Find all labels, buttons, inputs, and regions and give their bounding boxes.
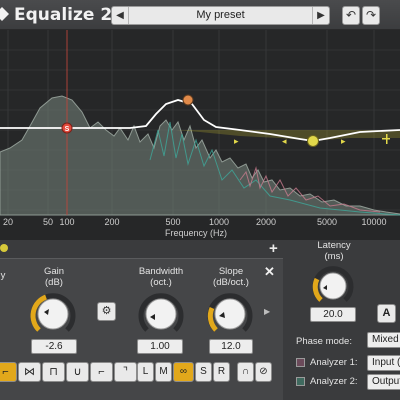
gain-value-field[interactable]: -2.6 — [31, 339, 77, 354]
bandwidth-knob[interactable] — [137, 290, 185, 338]
latency-knob[interactable] — [312, 265, 354, 307]
analyzer2-dropdown[interactable]: Output — [367, 374, 400, 390]
frequency-label-partial: y — [0, 270, 6, 281]
freq-tick: 200 — [104, 217, 120, 227]
undo-icon[interactable]: ↶ — [342, 6, 360, 25]
gain-label: Gain (dB) — [43, 266, 65, 288]
band-marker-label: S — [65, 126, 70, 133]
bypass-icon[interactable]: ⊘ — [255, 362, 272, 382]
slope-label: Slope (dB/oct.) — [213, 266, 249, 288]
svg-text:◂: ◂ — [282, 137, 287, 147]
band-handle-yellow[interactable] — [307, 135, 319, 147]
app-title: Equalize 2 — [14, 5, 113, 25]
stereo-mode-m[interactable]: M — [155, 362, 172, 382]
freq-tick: 100 — [59, 217, 75, 227]
phase-mode-dropdown[interactable]: Mixed — [367, 332, 400, 348]
slope-value-field[interactable]: 12.0 — [209, 339, 253, 354]
freq-tick: 50 — [42, 217, 54, 227]
low-shelf-shape-icon[interactable]: ⌐ — [0, 362, 17, 382]
freq-tick: 500 — [165, 217, 181, 227]
gear-icon[interactable]: ⚙ — [97, 302, 116, 321]
analyzer1-label: Analyzer 1: — [310, 357, 358, 368]
latency-label: Latency (ms) — [317, 240, 351, 262]
band-pass-shape-icon[interactable]: ⋈ — [18, 362, 41, 382]
stereo-mode-lr-icon[interactable]: ∞ — [173, 362, 194, 382]
svg-text:▸: ▸ — [234, 137, 239, 147]
analyzer1-dropdown[interactable]: Input ( — [367, 355, 400, 371]
bell-shape-icon[interactable]: ∪ — [66, 362, 89, 382]
freq-tick: 10000 — [361, 217, 387, 227]
stereo-mode-l[interactable]: L — [137, 362, 154, 382]
eq-graph-canvas[interactable]: S ▸ ◂ ▸ — [0, 30, 400, 240]
plus-icon[interactable]: + — [269, 240, 278, 257]
chevron-right-icon[interactable]: ▶ — [264, 307, 270, 316]
latency-value-field[interactable]: 20.0 — [310, 307, 356, 322]
eq-graph[interactable]: S ▸ ◂ ▸ 20 50 100 200 500 1000 2000 5000… — [0, 30, 400, 240]
ab-compare-button[interactable]: A — [377, 304, 396, 323]
frequency-axis-label: Frequency (Hz) — [164, 228, 228, 238]
redo-icon[interactable]: ↷ — [362, 6, 380, 25]
close-icon[interactable]: ✕ — [264, 264, 275, 280]
gain-knob[interactable] — [29, 290, 77, 338]
chevron-right-icon[interactable]: ▶ — [312, 7, 329, 24]
stereo-mode-r[interactable]: R — [213, 362, 230, 382]
analyzer2-color-swatch[interactable] — [296, 377, 305, 386]
freq-tick: 2000 — [255, 217, 277, 227]
analyzer2-label: Analyzer 2: — [310, 376, 358, 387]
chevron-left-icon[interactable]: ◀ — [112, 7, 129, 24]
freq-tick: 20 — [2, 217, 14, 227]
filter-shape-selector: ⌐ ⋈ ⊓ ∪ ⌐ ⌝ — [0, 362, 137, 382]
svg-text:▸: ▸ — [341, 137, 346, 147]
stereo-mode-s[interactable]: S — [195, 362, 212, 382]
freq-tick: 1000 — [208, 217, 230, 227]
header-bar: Equalize 2 ◀ My preset ▶ ↶ ↷ — [0, 0, 400, 30]
analyzer1-color-swatch[interactable] — [296, 358, 305, 367]
band-handle-orange[interactable] — [182, 94, 194, 106]
bandwidth-label: Bandwidth (oct.) — [138, 266, 184, 288]
band-extra-buttons: ∩ ⊘ — [237, 362, 272, 382]
freq-tick: 5000 — [316, 217, 338, 227]
bandwidth-value-field[interactable]: 1.00 — [137, 339, 183, 354]
band-tab-yellow[interactable] — [0, 244, 8, 252]
app-logo-icon — [0, 7, 9, 21]
phase-mode-label: Phase mode: — [296, 336, 352, 347]
stereo-mode-selector: L M ∞ S R — [137, 362, 230, 382]
notch-shape-icon[interactable]: ⊓ — [42, 362, 65, 382]
high-shelf-shape-icon[interactable]: ⌐ — [90, 362, 113, 382]
slope-knob[interactable] — [206, 290, 254, 338]
preset-name[interactable]: My preset — [130, 7, 311, 24]
preset-selector[interactable]: ◀ My preset ▶ — [111, 6, 330, 25]
listen-icon[interactable]: ∩ — [237, 362, 254, 382]
high-cut-shape-icon[interactable]: ⌝ — [114, 362, 137, 382]
